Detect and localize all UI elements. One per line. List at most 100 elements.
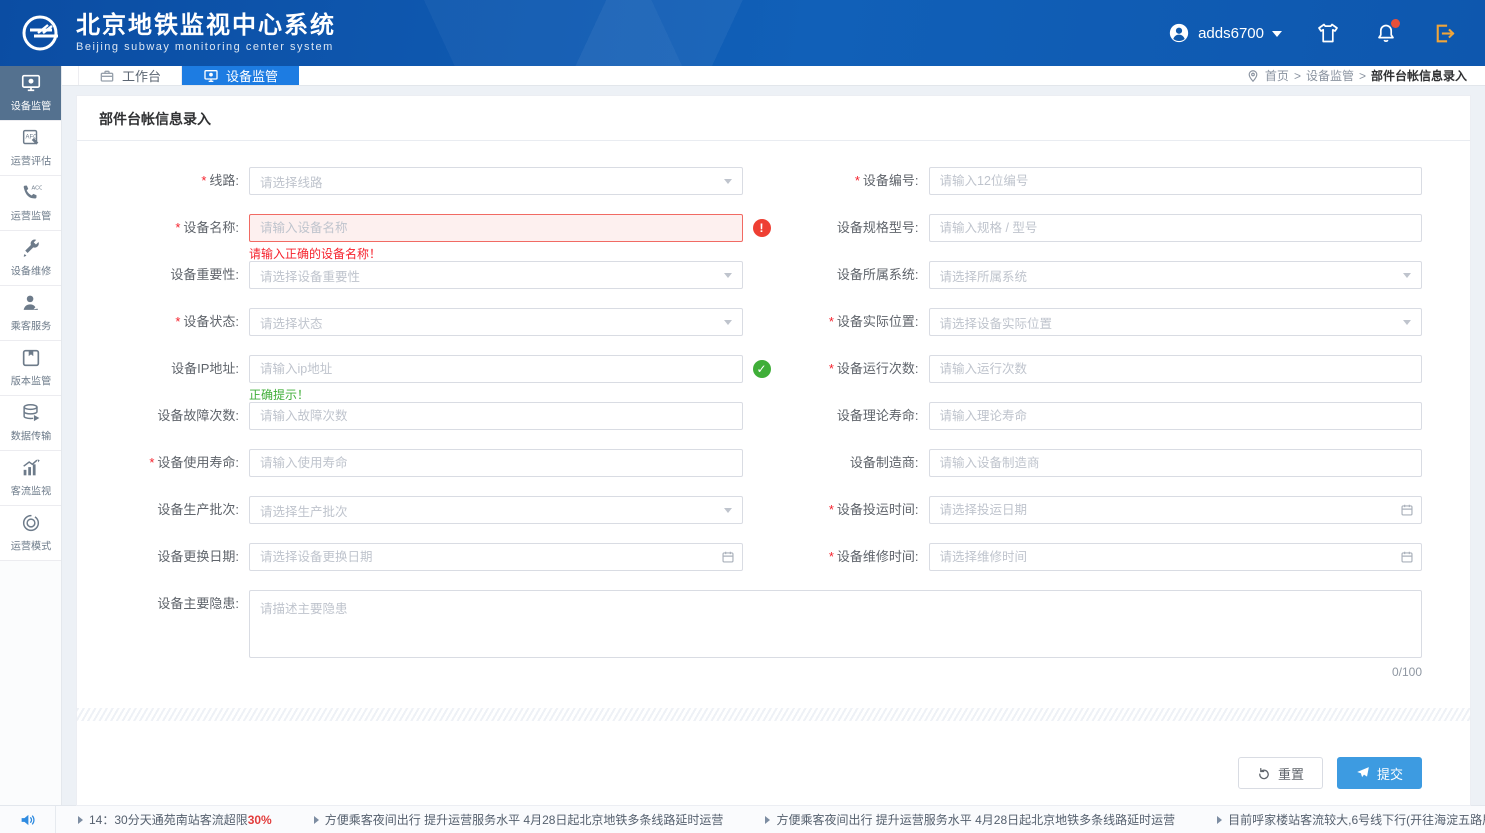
line-select[interactable]: 请选择线路 — [249, 167, 743, 195]
target-circle-icon — [20, 512, 42, 534]
system-select[interactable]: 请选择所属系统 — [929, 261, 1423, 289]
required-mark: * — [201, 173, 206, 188]
breadcrumb-current: 部件台帐信息录入 — [1371, 67, 1467, 84]
chevron-down-icon — [724, 508, 732, 513]
sidebar-item-operation-supervision[interactable]: ACC 运营监管 — [0, 176, 61, 231]
chevron-down-icon — [1403, 320, 1411, 325]
field-fault-count: 设备故障次数: — [99, 402, 743, 430]
success-icon: ✓ — [753, 360, 771, 378]
arrow-right-icon — [765, 816, 770, 824]
field-run-count: *设备运行次数: — [779, 355, 1423, 383]
avatar-icon — [1168, 22, 1190, 44]
send-icon — [1356, 766, 1370, 780]
run-count-input[interactable] — [929, 355, 1423, 383]
required-mark: * — [829, 314, 834, 329]
field-replace-date: 设备更换日期: — [99, 543, 743, 571]
sidebar-item-passenger-service[interactable]: 乘客服务 — [0, 286, 61, 341]
ticker-item[interactable]: 14：30分天通苑南站客流超限30% — [78, 811, 272, 828]
subway-logo-icon — [18, 10, 64, 56]
field-service-life: *设备使用寿命: — [99, 449, 743, 477]
field-commission-date: *设备投运时间: — [779, 496, 1423, 524]
tab-device-monitor[interactable]: 设备监管 — [182, 66, 299, 85]
status-select[interactable]: 请选择状态 — [249, 308, 743, 336]
reset-button[interactable]: 重置 — [1238, 757, 1323, 789]
commission-date-picker[interactable] — [929, 496, 1423, 524]
required-mark: * — [855, 173, 860, 188]
required-mark: * — [175, 220, 180, 235]
sidebar-item-device-monitor[interactable]: 设备监管 — [0, 66, 61, 121]
chart-icon — [20, 457, 42, 479]
field-theory-life: 设备理论寿命: — [779, 402, 1423, 430]
manufacturer-input[interactable] — [929, 449, 1423, 477]
ticker-item[interactable]: 目前呼家楼站客流较大,6号线下行(开往海淀五路居方向)在呼家楼站采取部分在呼家楼… — [1217, 811, 1485, 828]
divider — [77, 708, 1470, 721]
fault-count-input[interactable] — [249, 402, 743, 430]
monitor-icon — [20, 72, 42, 94]
tab-workbench[interactable]: 工作台 — [78, 66, 182, 85]
required-mark: * — [829, 549, 834, 564]
field-repair-date: *设备维修时间: — [779, 543, 1423, 571]
location-select[interactable]: 请选择设备实际位置 — [929, 308, 1423, 336]
user-menu[interactable]: adds6700 — [1168, 22, 1282, 44]
ticker-item[interactable]: 方便乘客夜间出行 提升运营服务水平 4月28日起北京地铁多条线路延时运营 — [314, 811, 724, 828]
notification-badge — [1391, 19, 1400, 28]
svg-text:AFC: AFC — [25, 134, 38, 140]
ticker-item[interactable]: 方便乘客夜间出行 提升运营服务水平 4月28日起北京地铁多条线路延时运营 — [765, 811, 1175, 828]
breadcrumb: 首页 > 设备监管 > 部件台帐信息录入 — [1246, 66, 1485, 85]
sidebar-item-operation-mode[interactable]: 运营模式 — [0, 506, 61, 561]
chevron-down-icon — [1272, 31, 1282, 37]
notifications-button[interactable] — [1374, 21, 1398, 45]
field-system: 设备所属系统: 请选择所属系统 — [779, 261, 1423, 289]
sidebar-item-operation-evaluation[interactable]: AFC 运营评估 — [0, 121, 61, 176]
device-no-input[interactable] — [929, 167, 1423, 195]
repair-date-picker[interactable] — [929, 543, 1423, 571]
sidebar-item-device-repair[interactable]: 设备维修 — [0, 231, 61, 286]
arrow-right-icon — [314, 816, 319, 824]
arrow-right-icon — [1217, 816, 1222, 824]
required-mark: * — [175, 314, 180, 329]
batch-select[interactable]: 请选择生产批次 — [249, 496, 743, 524]
sidebar-item-version-supervision[interactable]: 版本监管 — [0, 341, 61, 396]
tab-bar: 工作台 设备监管 首页 > 设备监管 > 部件台帐信息录入 — [62, 66, 1485, 86]
importance-select[interactable]: 请选择设备重要性 — [249, 261, 743, 289]
svg-text:ACC: ACC — [31, 185, 42, 191]
ticker-highlight: 30% — [248, 813, 272, 827]
spec-model-input[interactable] — [929, 214, 1423, 242]
chevron-down-icon — [724, 179, 732, 184]
theme-skin-button[interactable] — [1316, 21, 1340, 45]
required-mark: * — [829, 361, 834, 376]
sidebar: 设备监管 AFC 运营评估 ACC 运营监管 设备维修 — [0, 66, 62, 805]
logout-button[interactable] — [1432, 21, 1457, 46]
chevron-down-icon — [724, 273, 732, 278]
sidebar-item-passenger-flow[interactable]: 客流监视 — [0, 451, 61, 506]
ip-input[interactable] — [249, 355, 743, 383]
field-device-no: *设备编号: — [779, 167, 1423, 195]
username: adds6700 — [1198, 25, 1264, 42]
afc-document-icon: AFC — [20, 127, 42, 149]
sidebar-item-data-transmission[interactable]: 数据传输 — [0, 396, 61, 451]
theory-life-input[interactable] — [929, 402, 1423, 430]
app-header: 北京地铁监视中心系统 Beijing subway monitoring cen… — [0, 0, 1485, 66]
char-counter: 0/100 — [1392, 665, 1422, 679]
required-mark: * — [829, 502, 834, 517]
chevron-down-icon — [724, 320, 732, 325]
breadcrumb-section[interactable]: 设备监管 — [1306, 67, 1354, 84]
required-mark: * — [149, 455, 154, 470]
field-ip: 设备IP地址: ✓ 正确提示！ — [99, 355, 743, 383]
device-name-input[interactable] — [249, 214, 743, 242]
tshirt-icon — [1316, 21, 1340, 45]
field-importance: 设备重要性: 请选择设备重要性 — [99, 261, 743, 289]
hazard-textarea[interactable] — [249, 590, 1422, 658]
field-spec-model: 设备规格型号: — [779, 214, 1423, 242]
device-name-error-message: 请输入正确的设备名称！ — [249, 245, 381, 262]
submit-button[interactable]: 提交 — [1337, 757, 1422, 789]
service-life-input[interactable] — [249, 449, 743, 477]
field-line: *线路: 请选择线路 — [99, 167, 743, 195]
replace-date-picker[interactable] — [249, 543, 743, 571]
field-status: *设备状态: 请选择状态 — [99, 308, 743, 336]
reset-icon — [1257, 766, 1271, 780]
breadcrumb-home[interactable]: 首页 — [1265, 67, 1289, 84]
logout-icon — [1432, 21, 1457, 46]
database-icon — [20, 402, 42, 424]
arrow-right-icon — [78, 816, 83, 824]
